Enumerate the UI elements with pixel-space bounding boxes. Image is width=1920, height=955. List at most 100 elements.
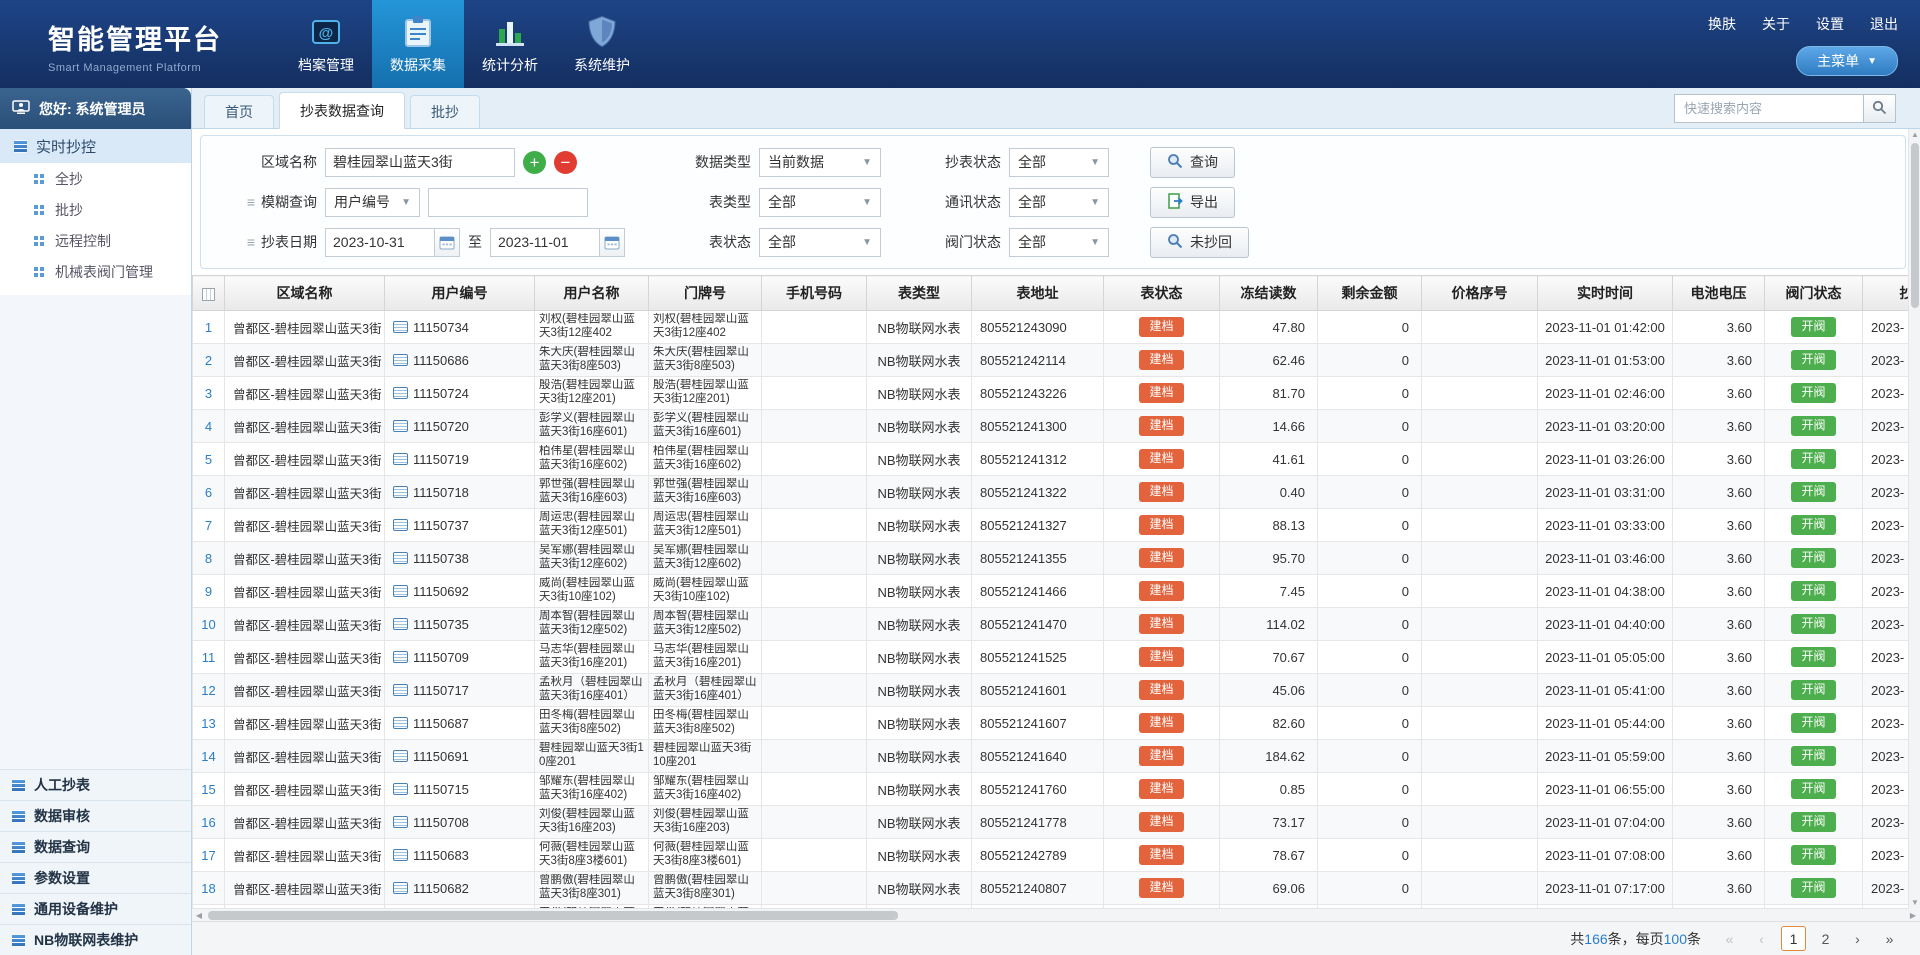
horizontal-scroll-thumb[interactable] [208,911,898,920]
nav-item-archive[interactable]: @ 档案管理 [280,0,372,88]
scroll-left-icon[interactable]: ◀ [192,909,206,922]
table-row[interactable]: 7曾都区-碧桂园翠山蓝天3街11150737周运忠(碧桂园翠山蓝天3街12座50… [193,509,1920,542]
table-row[interactable]: 18曾都区-碧桂园翠山蓝天3街11150682曾鹏傲(碧桂园翠山蓝天3街8座30… [193,872,1920,905]
table-row[interactable]: 6曾都区-碧桂园翠山蓝天3街11150718郭世强(碧桂园翠山蓝天3街16座60… [193,476,1920,509]
balance-cell: 0 [1318,872,1422,905]
area-cell: 曾都区-碧桂园翠山蓝天3街 [225,311,385,344]
calendar-icon[interactable] [600,228,625,257]
sidebar-item-nb-meter-maintenance[interactable]: NB物联网表维护 [0,924,191,955]
page-button-1[interactable]: 1 [1781,926,1806,951]
meter-type-cell: NB物联网水表 [867,377,972,410]
scroll-right-icon[interactable]: ▶ [1906,909,1920,922]
table-row[interactable]: 4曾都区-碧桂园翠山蓝天3街11150720彭学义(碧桂园翠山蓝天3街16座60… [193,410,1920,443]
read-status-select[interactable]: 全部 ▼ [1009,148,1109,177]
sidebar-item-manual-reading[interactable]: 人工抄表 [0,769,191,800]
balance-cell: 0 [1318,509,1422,542]
table-row[interactable]: 8曾都区-碧桂园翠山蓝天3街11150738吴军娜(碧桂园翠山蓝天3街12座60… [193,542,1920,575]
fuzzy-query-group: ≡模糊查询 用户编号 ▼ [217,188,647,217]
export-button[interactable]: 导出 [1150,187,1235,218]
meter-card-icon [393,816,408,828]
valve-status-badge: 开阀 [1791,449,1835,468]
sidebar-item-data-query[interactable]: 数据查询 [0,831,191,862]
meter-status-cell: 建档 [1104,608,1220,641]
table-row[interactable]: 2曾都区-碧桂园翠山蓝天3街11150686朱大庆(碧桂园翠山蓝天3街8座503… [193,344,1920,377]
tab-meter-data-query[interactable]: 抄表数据查询 [279,92,405,129]
phone-cell [762,476,867,509]
page-button-2[interactable]: 2 [1813,926,1838,951]
sidebar-item-data-review[interactable]: 数据审核 [0,800,191,831]
logout-link[interactable]: 退出 [1870,14,1898,34]
meter-type-select[interactable]: 全部 ▼ [759,188,881,217]
table-row[interactable]: 11曾都区-碧桂园翠山蓝天3街11150709马志华(碧桂园翠山蓝天3街16座2… [193,641,1920,674]
sidebar-item-realtime-reading[interactable]: 实时抄控 [0,129,191,163]
main-menu-button[interactable]: 主菜单 ▼ [1796,46,1898,76]
user-name-cell: 威尚(碧桂园翠山蓝天3街10座102) [535,575,649,608]
nav-label: 数据采集 [390,55,446,75]
horizontal-scrollbar[interactable]: ◀ ▶ [192,908,1920,921]
nav-item-stats[interactable]: 统计分析 [464,0,556,88]
data-type-select[interactable]: 当前数据 ▼ [759,148,881,177]
fuzzy-query-input[interactable] [428,188,588,217]
dots-icon [34,205,38,209]
vertical-scrollbar[interactable]: ▲ ▼ [1908,129,1920,909]
vertical-scroll-thumb[interactable] [1911,143,1919,308]
table-row[interactable]: 16曾都区-碧桂园翠山蓝天3街11150708刘俊(碧桂园翠山蓝天3街16座20… [193,806,1920,839]
table-row[interactable]: 3曾都区-碧桂园翠山蓝天3街11150724殷浩(碧桂园翠山蓝天3街12座201… [193,377,1920,410]
first-page-button[interactable]: « [1717,926,1742,951]
data-type-label: 数据类型 [671,152,751,172]
comm-status-select[interactable]: 全部 ▼ [1009,188,1109,217]
unread-button[interactable]: 未抄回 [1150,227,1249,258]
valve-status-cell: 开阀 [1765,476,1863,509]
sidebar-item-full-read[interactable]: 全抄 [0,163,191,194]
door-no-cell: 朱大庆(碧桂园翠山蓝天3街8座503) [649,344,762,377]
phone-cell [762,641,867,674]
sidebar-item-remote-control[interactable]: 远程控制 [0,225,191,256]
next-page-button[interactable]: › [1845,926,1870,951]
skin-link[interactable]: 换肤 [1708,14,1736,34]
table-row[interactable]: 5曾都区-碧桂园翠山蓝天3街11150719柏伟星(碧桂园翠山蓝天3街16座60… [193,443,1920,476]
price-seq-cell [1422,641,1538,674]
sidebar-item-device-maintenance[interactable]: 通用设备维护 [0,893,191,924]
table-row[interactable]: 9曾都区-碧桂园翠山蓝天3街11150692威尚(碧桂园翠山蓝天3街10座102… [193,575,1920,608]
export-icon [1167,193,1183,212]
scroll-up-icon[interactable]: ▲ [1909,129,1920,141]
scroll-down-icon[interactable]: ▼ [1909,897,1920,909]
select-all-header[interactable] [193,276,225,311]
add-area-button[interactable]: + [523,151,546,174]
sidebar-item-param-settings[interactable]: 参数设置 [0,862,191,893]
sidebar-item-label: 实时抄控 [36,136,96,157]
valve-status-select[interactable]: 全部 ▼ [1009,228,1109,257]
nav-item-data-collect[interactable]: 数据采集 [372,0,464,88]
prev-page-button[interactable]: ‹ [1749,926,1774,951]
query-button[interactable]: 查询 [1150,147,1235,178]
table-row[interactable]: 17曾都区-碧桂园翠山蓝天3街11150683何薇(碧桂园翠山蓝天3街8座3楼6… [193,839,1920,872]
meter-card-icon [393,552,408,564]
area-name-input[interactable] [325,148,515,177]
table-row[interactable]: 10曾都区-碧桂园翠山蓝天3街11150735周本智(碧桂园翠山蓝天3街12座5… [193,608,1920,641]
date-to-input[interactable] [490,228,600,257]
meter-state-select[interactable]: 全部 ▼ [759,228,881,257]
settings-link[interactable]: 设置 [1816,14,1844,34]
date-from-input[interactable] [325,228,435,257]
quick-search-input[interactable] [1674,94,1864,123]
about-link[interactable]: 关于 [1762,14,1790,34]
table-row[interactable]: 1曾都区-碧桂园翠山蓝天3街11150734刘权(碧桂园翠山蓝天3街12座402… [193,311,1920,344]
last-page-button[interactable]: » [1877,926,1902,951]
table-row[interactable]: 14曾都区-碧桂园翠山蓝天3街11150691碧桂园翠山蓝天3街10座201碧桂… [193,740,1920,773]
quick-search-button[interactable] [1864,94,1896,123]
meter-type-cell: NB物联网水表 [867,641,972,674]
tab-home[interactable]: 首页 [204,95,274,128]
fuzzy-field-select[interactable]: 用户编号 ▼ [325,188,420,217]
sidebar-item-valve-mgmt[interactable]: 机械表阀门管理 [0,256,191,287]
calendar-icon[interactable] [435,228,460,257]
table-row[interactable]: 12曾都区-碧桂园翠山蓝天3街11150717孟秋月（碧桂园翠山蓝天3街16座4… [193,674,1920,707]
sidebar-item-batch-read[interactable]: 批抄 [0,194,191,225]
table-row[interactable]: 15曾都区-碧桂园翠山蓝天3街11150715邹耀东(碧桂园翠山蓝天3街16座4… [193,773,1920,806]
nav-label: 档案管理 [298,55,354,75]
remove-area-button[interactable]: − [554,151,577,174]
chevron-down-icon: ▼ [1090,237,1100,248]
voltage-cell: 3.60 [1673,608,1765,641]
tab-batch-read[interactable]: 批抄 [410,95,480,128]
table-row[interactable]: 13曾都区-碧桂园翠山蓝天3街11150687田冬梅(碧桂园翠山蓝天3街8座50… [193,707,1920,740]
nav-item-maintenance[interactable]: 系统维护 [556,0,648,88]
